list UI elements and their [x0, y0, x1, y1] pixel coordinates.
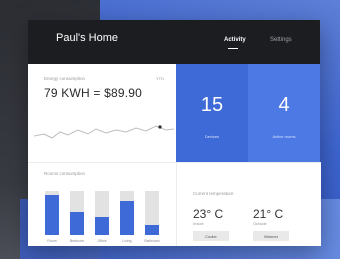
bar-label-room: Room [47, 239, 57, 243]
warmer-button[interactable]: Warmer [253, 231, 289, 241]
temperature-title: Current temperature [193, 191, 234, 196]
bar-bedroom [70, 191, 84, 235]
rooms-bar-chart: Room Bedroom Office Living Bathroom [42, 185, 166, 243]
bar-label-bathroom: Bathroom [144, 239, 160, 243]
outside-temp-value: 21° C [253, 207, 284, 221]
tab-settings[interactable]: Settings [270, 37, 292, 43]
active-tab-indicator [228, 48, 238, 49]
bar-label-bedroom: Bedroom [69, 239, 85, 243]
bar-label-office: Office [97, 239, 107, 243]
bar-fill-bedroom [70, 212, 84, 235]
inside-temp-label: Inside [193, 221, 204, 226]
active-rooms-label: Active rooms [272, 134, 296, 139]
bar-label-living: Living [122, 239, 132, 243]
bar-room [45, 191, 59, 235]
bar-bathroom [145, 191, 159, 235]
active-rooms-stat[interactable]: 4 Active rooms [248, 64, 320, 162]
energy-line [34, 125, 174, 139]
devices-label: Devices [204, 134, 220, 139]
rooms-panel: Rooms consumption Room Bedroom Office Li… [28, 162, 176, 246]
inside-temp-value: 23° C [193, 207, 224, 221]
bar-office [95, 191, 109, 235]
energy-line-chart [34, 125, 174, 139]
bar-fill-room [45, 194, 59, 235]
active-rooms-count: 4 [278, 94, 290, 116]
bar-living [120, 191, 134, 235]
dashboard-card: Paul's Home Activity Settings Energy con… [28, 20, 321, 246]
bar-fill-office [95, 216, 109, 235]
tab-activity[interactable]: Activity [224, 37, 246, 43]
outside-temp-label: Outside [253, 221, 267, 226]
cooler-button[interactable]: Cooler [193, 231, 229, 241]
temperature-panel: Current temperature 23° C Inside Cooler … [176, 162, 321, 246]
energy-point-marker [158, 125, 162, 129]
energy-period[interactable]: YTD [156, 76, 164, 81]
energy-value: 79 KWH = $89.90 [44, 86, 143, 100]
dashboard-header: Paul's Home Activity Settings [28, 20, 320, 64]
devices-count: 15 [200, 94, 224, 116]
bar-fill-living [120, 200, 134, 235]
energy-panel: Energy consumption YTD 79 KWH = $89.90 [28, 64, 176, 162]
energy-title: Energy consumption [44, 76, 86, 81]
rooms-title: Rooms consumption [44, 171, 86, 176]
home-title: Paul's Home [56, 32, 119, 44]
devices-stat[interactable]: 15 Devices [176, 64, 248, 162]
bar-fill-bathroom [145, 225, 159, 235]
